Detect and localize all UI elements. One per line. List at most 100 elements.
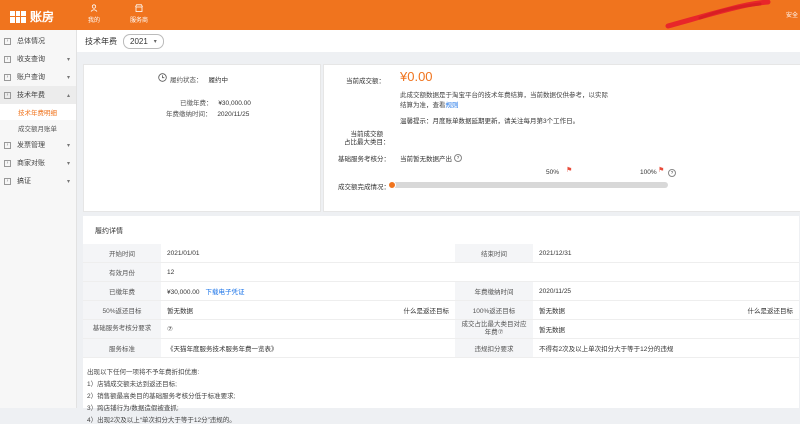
clock-icon	[158, 73, 167, 84]
desc-line: 结算为准，查看规则	[400, 101, 640, 111]
detail-aside	[283, 244, 455, 263]
detail-key: 50%返还目标	[83, 300, 161, 320]
user-icon	[90, 4, 98, 15]
sidebar-item-label: 收支查询	[17, 56, 45, 63]
year-select[interactable]: 2021 ▾	[123, 33, 164, 49]
detail-value: 2021/12/31	[533, 244, 665, 263]
desc-prefix: 结算为准，查看	[400, 102, 446, 109]
logo-text: 账房	[30, 10, 55, 24]
notes-item: 3）跨店铺行为/数据造假被查抓;	[87, 405, 179, 412]
score-label: 基础服务考核分：	[338, 156, 390, 163]
detail-key: 有效月份	[83, 262, 161, 282]
return-goal-help-link[interactable]: 什么是返还目标	[665, 300, 799, 320]
redaction-scribble	[665, 0, 771, 29]
sidebar-item-overview[interactable]: › 总体情况	[0, 32, 76, 50]
chevron-down-icon: ▾	[66, 142, 70, 149]
top-category-label-line: 占比最大类目：	[344, 139, 390, 146]
status-row: 履约状态： 履约中	[158, 73, 228, 84]
sidebar-item-tech-fee[interactable]: › 技术年费 ▴	[0, 86, 76, 104]
detail-value: 2021/01/01	[161, 244, 283, 263]
detail-value-empty	[533, 262, 665, 282]
detail-key-empty	[455, 262, 533, 282]
top-header: 账房 我的 服务商 安全	[0, 0, 800, 30]
chevron-up-icon: ▴	[66, 92, 70, 99]
topnav-item-mine[interactable]: 我的	[88, 4, 100, 24]
detail-value: 2020/11/25	[533, 281, 665, 301]
return-goal-help-link[interactable]: 什么是返还目标	[283, 300, 455, 320]
progress-knob	[388, 181, 396, 189]
sidebar-item-label: 商家对账	[17, 160, 45, 167]
rules-link[interactable]: 规则	[446, 102, 459, 109]
sidebar-item-label: 搞证	[17, 178, 31, 185]
detail-value: 12	[161, 262, 283, 282]
fee-date-label: 年费缴纳时间：	[166, 111, 212, 118]
score-value-row: 当前暂无数据产出 ?	[400, 153, 462, 163]
square-icon: ›	[4, 37, 11, 45]
table-row: 开始时间 2021/01/01 结束时间 2021/12/31	[83, 244, 799, 263]
turnover-description: 此成交额数据是于淘宝平台的技术年费结算，当前数据仅供参考，以实际 结算为准，查看…	[400, 91, 640, 111]
detail-key: 已缴年费	[83, 281, 161, 301]
sidebar-item-label: 技术年费	[17, 92, 45, 99]
detail-value: 暂无数据	[161, 300, 283, 320]
square-icon: ›	[4, 177, 11, 185]
detail-key: 结束时间	[455, 244, 533, 263]
notes-item: 1）店铺成交额未达到返还目标;	[87, 381, 177, 388]
help-icon[interactable]: ?	[454, 154, 462, 162]
main-content: 技术年费 2021 ▾ 履约状态： 履约中 已缴年费： ¥30,000.00 年…	[77, 30, 800, 424]
square-icon: ›	[4, 73, 11, 81]
detail-key: 开始时间	[83, 244, 161, 263]
paid-label: 已缴年费：	[180, 100, 213, 107]
sidebar-item-cert[interactable]: › 搞证 ▾	[0, 172, 76, 190]
tip-text: 月度账单数据延期更新，请关注每月第3个工作日。	[432, 118, 580, 125]
marker-100-label: 100%	[640, 169, 657, 176]
detail-value[interactable]: ⑦	[161, 319, 283, 339]
detail-key: 基础服务考核分要求	[83, 319, 161, 339]
sidebar-item-label: 账户查询	[17, 74, 45, 81]
sidebar-item-account[interactable]: › 账户查询 ▾	[0, 68, 76, 86]
turnover-amount: ¥0.00	[400, 69, 433, 84]
detail-key: 违规扣分要求	[455, 338, 533, 358]
download-voucher-link[interactable]: 下载电子凭证	[206, 289, 245, 296]
detail-value: 暂无数据	[533, 319, 665, 339]
detail-title: 履约详情	[95, 228, 123, 235]
score-value: 当前暂无数据产出	[400, 156, 452, 163]
chevron-down-icon: ▾	[153, 38, 157, 45]
topnav-label: 我的	[88, 18, 101, 24]
top-right-text[interactable]: 安全	[786, 10, 798, 19]
detail-aside	[283, 262, 455, 282]
progress-track	[390, 182, 668, 188]
topnav-label: 服务商	[130, 18, 149, 24]
top-category-label-line: 当前成交额	[350, 131, 384, 138]
table-row: 有效月份 12	[83, 262, 799, 282]
sidebar-item-label: 总体情况	[17, 38, 45, 45]
detail-key: 服务标准	[83, 338, 161, 358]
chevron-down-icon: ▾	[66, 74, 70, 81]
detail-value: ¥30,000.00	[167, 289, 200, 296]
detail-key: 成交占比最大类目对应年费⑦	[455, 319, 533, 339]
sidebar-subitem-monthly-bill[interactable]: 成交额月账单	[0, 120, 76, 136]
flag-50-icon: ⚑	[566, 167, 573, 174]
page-title: 技术年费	[85, 36, 117, 46]
detail-table: 开始时间 2021/01/01 结束时间 2021/12/31 有效月份 12 …	[83, 244, 799, 358]
help-icon[interactable]: ?	[668, 169, 676, 177]
sidebar-item-reconcile[interactable]: › 商家对账 ▾	[0, 154, 76, 172]
sidebar-item-income[interactable]: › 收支查询 ▾	[0, 50, 76, 68]
service-standard-link[interactable]: 《天猫年度服务技术服务年费一览表》	[161, 338, 455, 358]
detail-key: 100%返还目标	[455, 300, 533, 320]
table-row: 服务标准 《天猫年度服务技术服务年费一览表》 违规扣分要求 不得有2次及以上单次…	[83, 338, 799, 358]
detail-value-cell: ¥30,000.00 下载电子凭证	[161, 281, 283, 301]
table-row: 基础服务考核分要求 ⑦ 成交占比最大类目对应年费⑦ 暂无数据	[83, 319, 799, 339]
store-icon	[135, 4, 143, 15]
fee-date-value: 2020/11/25	[217, 111, 250, 118]
turnover-label: 当前成交额：	[346, 78, 385, 85]
sidebar-item-invoice[interactable]: › 发票管理 ▾	[0, 136, 76, 154]
chevron-down-icon: ▾	[66, 178, 70, 185]
detail-value: 不得有2次及以上单次扣分大于等于12分的违规	[533, 338, 799, 358]
topnav-item-provider[interactable]: 服务商	[130, 4, 148, 24]
square-icon: ›	[4, 141, 11, 149]
app-logo[interactable]: 账房	[10, 8, 54, 25]
notes-item: 2）销售额最高类目的基础服务考核分低于标准要求;	[87, 393, 236, 400]
square-icon: ›	[4, 91, 11, 99]
sidebar-subitem-fee-detail[interactable]: 技术年费明细	[0, 104, 76, 120]
detail-key: 年费缴纳时间	[455, 281, 533, 301]
